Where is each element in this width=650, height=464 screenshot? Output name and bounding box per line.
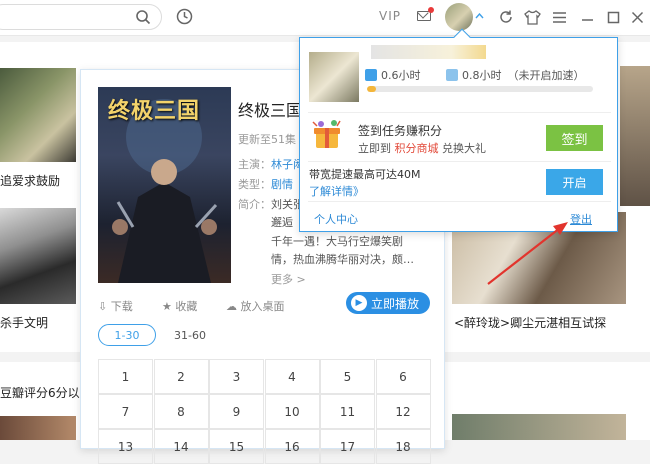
user-popup: 0.6小时 0.8小时 （未开启加速） 签到任务赚积分 立即到 积分商城 兑换大礼… [299, 28, 618, 232]
user-center-link[interactable]: 个人中心 [314, 211, 358, 227]
episode-cell[interactable]: 13 [98, 429, 153, 464]
cast-label: 主演： [238, 158, 271, 171]
history-icon[interactable] [175, 7, 193, 25]
favorite-button[interactable]: ★ 收藏 [162, 298, 197, 314]
video-thumbnail[interactable] [0, 68, 76, 162]
range-tab-active[interactable]: 1-30 [98, 324, 156, 346]
episode-cell[interactable]: 2 [153, 359, 209, 394]
video-thumbnail[interactable] [0, 208, 76, 304]
episode-cell[interactable]: 5 [320, 359, 375, 394]
episode-cell[interactable]: 16 [264, 429, 320, 464]
section-title[interactable]: 豆瓣评分6分以上 [0, 384, 92, 401]
download-icon: ⇩ [98, 300, 108, 313]
episode-cell[interactable]: 4 [264, 359, 320, 394]
video-thumbnail[interactable] [0, 416, 76, 440]
speed-accel: 0.8小时 （未开启加速） [446, 67, 585, 83]
video-thumbnail[interactable] [452, 414, 626, 440]
episode-cell[interactable]: 17 [320, 429, 375, 464]
cloud-icon: ☁ [226, 300, 237, 313]
learn-more-link[interactable]: 了解详情》 [309, 183, 364, 199]
refresh-icon[interactable] [497, 8, 515, 26]
divider [308, 161, 611, 162]
chevron-up-icon[interactable] [474, 10, 484, 22]
episode-cell[interactable]: 14 [153, 429, 209, 464]
intro-row: 简介：刘关张 [238, 196, 304, 212]
range-tab[interactable]: 31-60 [165, 324, 215, 346]
signin-button[interactable]: 签到 [546, 125, 603, 151]
close-icon[interactable] [628, 8, 646, 26]
skin-icon[interactable] [523, 8, 541, 26]
minimize-icon[interactable] [578, 8, 596, 26]
notification-dot [428, 7, 434, 13]
maximize-icon[interactable] [604, 8, 622, 26]
annotation-arrow [487, 222, 568, 285]
drama-poster[interactable]: 终极三国 [98, 87, 231, 283]
level-progress-fill [367, 86, 377, 92]
search-icon[interactable] [134, 8, 152, 26]
desktop-button[interactable]: ☁ 放入桌面 [226, 298, 285, 314]
video-thumbnail[interactable] [620, 66, 650, 206]
divider [308, 112, 611, 113]
section-divider [0, 352, 80, 362]
episode-cell[interactable]: 6 [375, 359, 431, 394]
intro-text: 邂逅 [271, 216, 293, 229]
user-avatar-large [309, 52, 359, 102]
episode-cell[interactable]: 15 [209, 429, 264, 464]
episode-cell[interactable]: 18 [375, 429, 431, 464]
intro-text: 千年一遇！大马行空爆笑剧 [271, 235, 403, 248]
section-divider [445, 352, 650, 362]
episode-cell[interactable]: 8 [153, 394, 209, 429]
episode-cell[interactable]: 9 [209, 394, 264, 429]
star-icon: ★ [162, 300, 172, 313]
drama-title: 终极三国 [238, 101, 303, 120]
video-caption[interactable]: <醉玲珑>卿尘元湛相互试探 [454, 314, 606, 331]
gift-icon [310, 118, 344, 150]
intro-label: 简介： [238, 198, 271, 211]
play-now-button[interactable]: ▶ 立即播放 [346, 292, 430, 314]
points-mall-link[interactable]: 积分商城 [395, 142, 439, 155]
enable-button[interactable]: 开启 [546, 169, 603, 195]
episode-cell[interactable]: 10 [264, 394, 320, 429]
episode-cell[interactable]: 12 [375, 394, 431, 429]
episode-cell[interactable]: 11 [320, 394, 375, 429]
divider [308, 201, 611, 202]
speed-normal: 0.6小时 [365, 67, 421, 83]
username-blurred [371, 45, 486, 59]
more-link[interactable]: 更多 > [271, 271, 306, 287]
poster-title: 终极三国 [108, 98, 201, 124]
episode-cell[interactable]: 1 [98, 359, 153, 394]
task-subtitle: 立即到 积分商城 兑换大礼 [358, 142, 486, 155]
bandwidth-text: 带宽提速最高可达40M [309, 168, 421, 181]
vip-link[interactable]: VIP [379, 9, 401, 23]
speed-icon [365, 69, 377, 81]
genre-label: 类型： [238, 178, 271, 191]
avatar[interactable] [445, 3, 473, 31]
video-caption[interactable]: 杀手文明 [0, 314, 48, 331]
episode-cell[interactable]: 7 [98, 394, 153, 429]
intro-text: 情，热血沸腾华丽对决，颇… [271, 253, 414, 266]
top-bar: VIP [0, 0, 650, 36]
cast-row: 主演：林子闳 [238, 156, 304, 172]
level-progress-track [367, 86, 593, 92]
genre-row: 类型：剧情 [238, 176, 293, 192]
episode-cell[interactable]: 3 [209, 359, 264, 394]
play-icon: ▶ [351, 295, 367, 311]
download-button[interactable]: ⇩ 下载 [98, 298, 133, 314]
video-caption[interactable]: 追爱求鼓励 [0, 172, 60, 189]
genre-link[interactable]: 剧情 [271, 178, 293, 191]
accel-icon [446, 69, 458, 81]
task-title: 签到任务赚积分 [358, 124, 443, 138]
menu-icon[interactable] [550, 8, 568, 26]
update-status: 更新至51集 [238, 133, 296, 146]
